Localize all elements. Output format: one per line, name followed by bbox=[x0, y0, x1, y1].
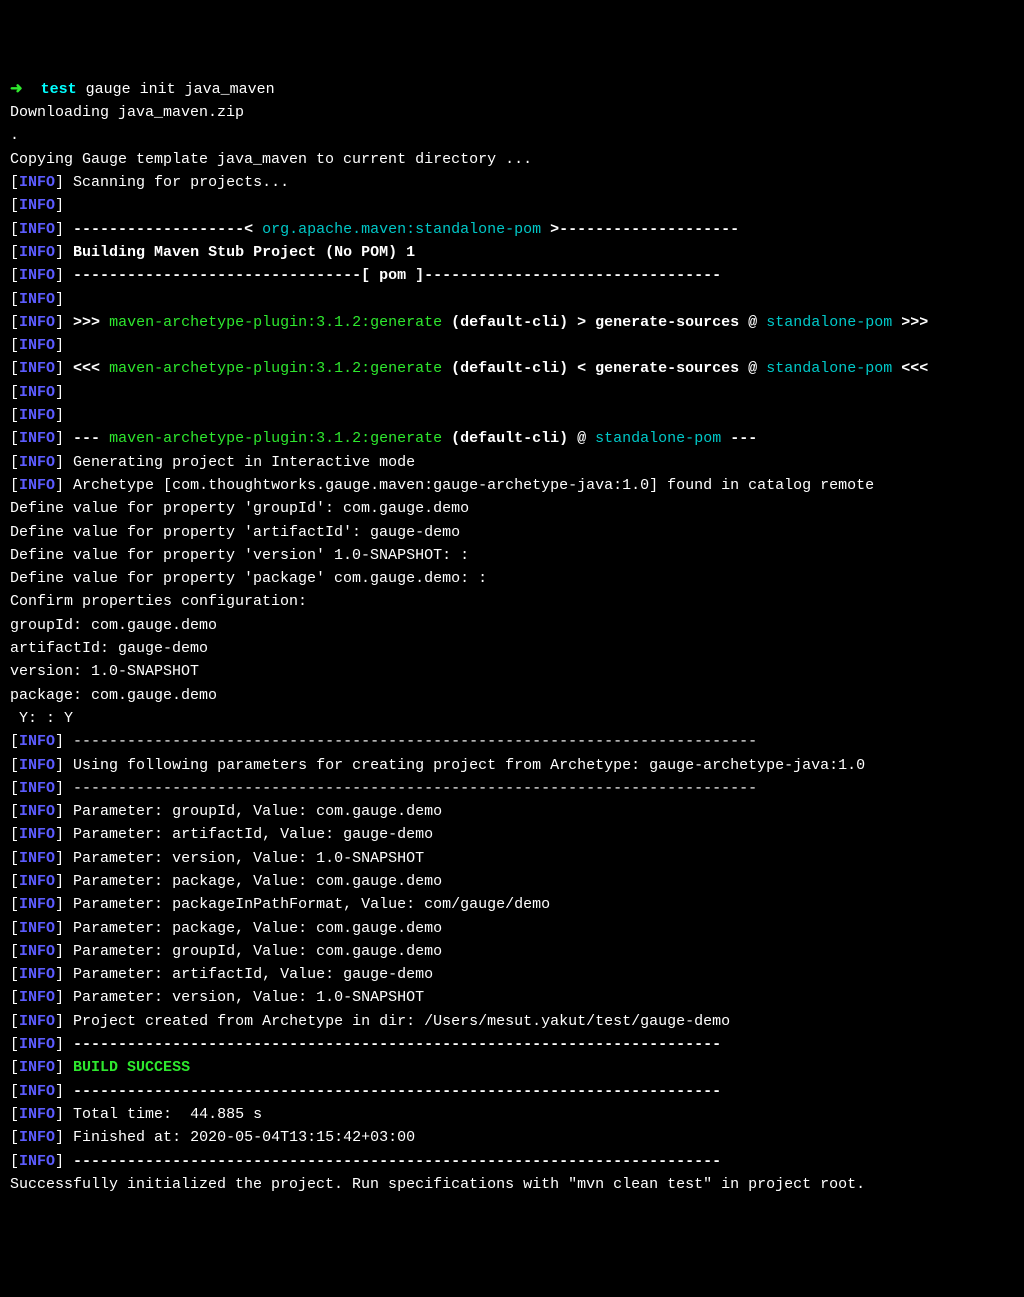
info-line: [INFO] Parameter: packageInPathFormat, V… bbox=[10, 896, 550, 913]
info-line: [INFO] Parameter: artifactId, Value: gau… bbox=[10, 826, 433, 843]
info-line: [INFO] --- maven-archetype-plugin:3.1.2:… bbox=[10, 430, 757, 447]
info-line: [INFO] BUILD SUCCESS bbox=[10, 1059, 190, 1076]
info-line: [INFO] Parameter: package, Value: com.ga… bbox=[10, 873, 442, 890]
output-line: artifactId: gauge-demo bbox=[10, 640, 208, 657]
info-line: [INFO] --------------------------------[… bbox=[10, 267, 721, 284]
prompt-line[interactable]: ➜ test gauge init java_maven bbox=[10, 81, 275, 98]
info-line: [INFO] bbox=[10, 337, 64, 354]
info-line: [INFO] ---------------------------------… bbox=[10, 1036, 721, 1053]
info-line: [INFO] bbox=[10, 384, 64, 401]
info-line: [INFO] ---------------------------------… bbox=[10, 780, 757, 797]
info-line: [INFO] -------------------< org.apache.m… bbox=[10, 221, 739, 238]
output-line: groupId: com.gauge.demo bbox=[10, 617, 217, 634]
output-line: Downloading java_maven.zip bbox=[10, 104, 244, 121]
info-line: [INFO] Total time: 44.885 s bbox=[10, 1106, 262, 1123]
output-line: Define value for property 'artifactId': … bbox=[10, 524, 460, 541]
info-line: [INFO] Generating project in Interactive… bbox=[10, 454, 415, 471]
info-line: [INFO] Archetype [com.thoughtworks.gauge… bbox=[10, 477, 874, 494]
info-line: [INFO] <<< maven-archetype-plugin:3.1.2:… bbox=[10, 360, 928, 377]
info-line: [INFO] Parameter: artifactId, Value: gau… bbox=[10, 966, 433, 983]
prompt-cwd: test bbox=[41, 81, 77, 98]
output-line: version: 1.0-SNAPSHOT bbox=[10, 663, 199, 680]
info-line: [INFO] >>> maven-archetype-plugin:3.1.2:… bbox=[10, 314, 928, 331]
build-success: BUILD SUCCESS bbox=[73, 1059, 190, 1076]
info-line: [INFO] ---------------------------------… bbox=[10, 1083, 721, 1100]
info-line: [INFO] Parameter: package, Value: com.ga… bbox=[10, 920, 442, 937]
output-line: . bbox=[10, 127, 19, 144]
info-line: [INFO] ---------------------------------… bbox=[10, 1153, 721, 1170]
info-line: [INFO] Scanning for projects... bbox=[10, 174, 289, 191]
info-line: [INFO] Parameter: groupId, Value: com.ga… bbox=[10, 803, 442, 820]
info-line: [INFO] Project created from Archetype in… bbox=[10, 1013, 730, 1030]
info-line: [INFO] Finished at: 2020-05-04T13:15:42+… bbox=[10, 1129, 415, 1146]
typed-command: gauge init java_maven bbox=[86, 81, 275, 98]
output-line: Define value for property 'groupId': com… bbox=[10, 500, 469, 517]
output-line: Y: : Y bbox=[10, 710, 73, 727]
info-line: [INFO] Parameter: version, Value: 1.0-SN… bbox=[10, 850, 424, 867]
info-line: [INFO] bbox=[10, 407, 64, 424]
info-line: [INFO] bbox=[10, 291, 64, 308]
info-line: [INFO] Using following parameters for cr… bbox=[10, 757, 865, 774]
output-line: Copying Gauge template java_maven to cur… bbox=[10, 151, 532, 168]
output-line: Confirm properties configuration: bbox=[10, 593, 307, 610]
output-line: Define value for property 'version' 1.0-… bbox=[10, 547, 469, 564]
info-line: [INFO] Parameter: groupId, Value: com.ga… bbox=[10, 943, 442, 960]
terminal-output: ➜ test gauge init java_maven Downloading… bbox=[10, 78, 1014, 1196]
info-line: [INFO] Parameter: version, Value: 1.0-SN… bbox=[10, 989, 424, 1006]
output-line: Define value for property 'package' com.… bbox=[10, 570, 487, 587]
output-line: Successfully initialized the project. Ru… bbox=[10, 1176, 865, 1193]
info-line: [INFO] Building Maven Stub Project (No P… bbox=[10, 244, 415, 261]
output-line: package: com.gauge.demo bbox=[10, 687, 217, 704]
prompt-arrow: ➜ bbox=[10, 81, 23, 98]
info-line: [INFO] bbox=[10, 197, 64, 214]
info-line: [INFO] ---------------------------------… bbox=[10, 733, 757, 750]
